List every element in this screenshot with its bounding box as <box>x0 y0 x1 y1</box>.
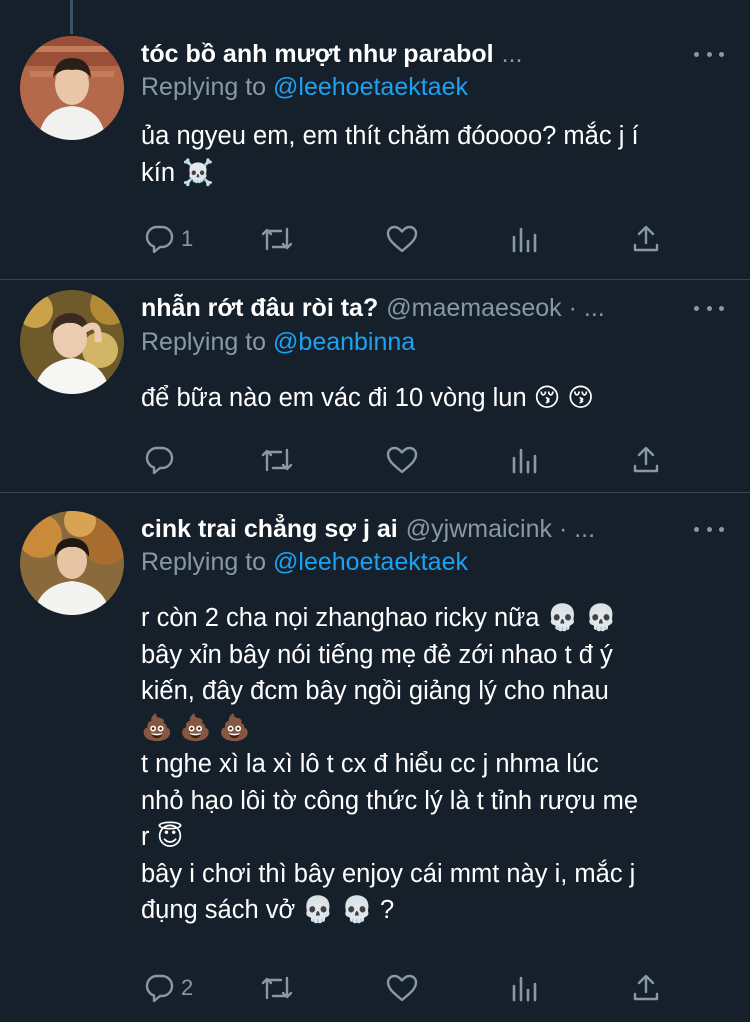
like-button[interactable] <box>385 968 425 1008</box>
text-line: nhỏ hạo lôi tờ công thức lý là t tỉnh rư… <box>141 786 639 815</box>
reply-icon <box>145 225 174 254</box>
reply-button[interactable] <box>143 440 181 480</box>
replying-to: Replying to @leehoetaektaek <box>141 548 468 577</box>
share-icon <box>633 225 659 252</box>
mention-link[interactable]: @leehoetaektaek <box>273 73 468 101</box>
text-line: để bữa nào em vác đi 10 vòng lun 😚 😚 <box>141 384 594 412</box>
text-line: r còn 2 cha nọi zhanghao ricky nữa 💀 💀 <box>141 604 618 632</box>
replying-label: Replying to <box>141 328 267 356</box>
mention-link[interactable]: @leehoetaektaek <box>273 548 468 576</box>
tweet[interactable]: cink trai chẳng sợ j ai @yjwmaicink · ..… <box>0 493 750 1022</box>
avatar[interactable] <box>20 290 124 394</box>
text-line: t nghe xì la xì lô t cx đ hiểu cc j nhma… <box>141 750 599 778</box>
heart-icon <box>386 225 418 253</box>
avatar[interactable] <box>20 511 124 615</box>
views-button[interactable] <box>509 968 539 1008</box>
share-button[interactable] <box>631 968 661 1008</box>
text-line: bây i chơi thì bây enjoy cái mmt này i, … <box>141 859 636 888</box>
retweet-icon <box>261 448 293 472</box>
handle: @maemaeseok · ... <box>386 293 605 322</box>
tweet-text: r còn 2 cha nọi zhanghao ricky nữa 💀 💀 b… <box>141 600 721 929</box>
handle: @yjwmaicink · ... <box>405 514 596 543</box>
replying-to: Replying to @beanbinna <box>141 328 415 357</box>
tweet-text: để bữa nào em vác đi 10 vòng lun 😚 😚 <box>141 380 721 417</box>
reply-icon <box>145 974 174 1003</box>
tweet[interactable]: nhẫn rớt đâu ròi ta? @maemaeseok · ... R… <box>0 280 750 492</box>
display-name[interactable]: nhẫn rớt đâu ròi ta? <box>141 294 378 323</box>
like-button[interactable] <box>385 440 425 480</box>
replying-label: Replying to <box>141 548 267 576</box>
views-icon <box>512 227 537 253</box>
handle: ... <box>501 39 523 68</box>
mention-link[interactable]: @beanbinna <box>273 328 415 356</box>
retweet-icon <box>261 227 293 251</box>
display-name[interactable]: tóc bồ anh mượt như parabol <box>141 40 494 69</box>
views-icon <box>512 448 537 474</box>
retweet-icon <box>261 976 293 1000</box>
tweet-text: ủa ngyeu em, em thít chăm đóoooo? mắc j … <box>141 118 721 191</box>
retweet-button[interactable] <box>259 968 301 1008</box>
share-button[interactable] <box>631 440 661 480</box>
replying-to: Replying to @leehoetaektaek <box>141 73 468 102</box>
display-name[interactable]: cink trai chẳng sợ j ai <box>141 515 398 544</box>
retweet-button[interactable] <box>259 219 301 259</box>
action-bar: 2 <box>141 968 681 1008</box>
text-line: kín ☠️ <box>141 158 214 187</box>
share-icon <box>633 974 659 1001</box>
tweet[interactable]: tóc bồ anh mượt như parabol ... Replying… <box>0 0 750 280</box>
avatar[interactable] <box>20 36 124 140</box>
text-line: ủa ngyeu em, em thít chăm đóoooo? mắc j … <box>141 122 639 150</box>
replying-label: Replying to <box>141 73 267 101</box>
text-line: r 😇 <box>141 823 184 851</box>
more-icon[interactable] <box>694 44 724 64</box>
more-icon[interactable] <box>694 519 724 539</box>
reply-button[interactable]: 1 <box>143 219 193 259</box>
more-icon[interactable] <box>694 298 724 318</box>
action-bar: 1 <box>141 219 681 259</box>
reply-button[interactable]: 2 <box>143 968 193 1008</box>
text-line: 💩 💩 💩 <box>141 713 251 742</box>
heart-icon <box>386 974 418 1002</box>
text-line: bây xỉn bây nói tiếng mẹ đẻ zới nhao t đ… <box>141 640 613 669</box>
reply-count: 2 <box>181 975 194 1000</box>
reply-icon <box>145 446 174 475</box>
views-button[interactable] <box>509 440 539 480</box>
text-line: kiến, đây đcm bây ngồi giảng lý cho nhau <box>141 677 609 705</box>
share-button[interactable] <box>631 219 661 259</box>
views-icon <box>512 976 537 1002</box>
retweet-button[interactable] <box>259 440 301 480</box>
action-bar <box>141 440 681 480</box>
views-button[interactable] <box>509 219 539 259</box>
reply-count: 1 <box>181 226 194 251</box>
share-icon <box>633 446 659 473</box>
text-line: đụng sách vở 💀 💀 ? <box>141 896 395 924</box>
like-button[interactable] <box>385 219 425 259</box>
heart-icon <box>386 446 418 474</box>
